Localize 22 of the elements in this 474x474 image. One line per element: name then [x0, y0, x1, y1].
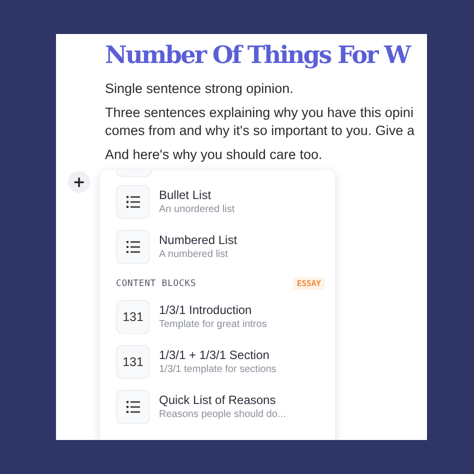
menu-item-title[interactable]: 1/3/1 + 1/3/1 Section: [159, 348, 276, 362]
menu-item-description: 1/3/1 template for sections: [159, 364, 276, 375]
essay-badge: ESSAY: [292, 277, 325, 290]
numbered-list-icon: [126, 240, 140, 252]
menu-item-title[interactable]: Bullet List: [159, 188, 235, 202]
add-block-button[interactable]: +: [68, 171, 90, 193]
menu-item-description: Template for great intros: [159, 319, 267, 330]
menu-item-title[interactable]: 1/3/1 Introduction: [159, 303, 267, 317]
template-icon: 131: [116, 300, 150, 334]
section-heading: CONTENT BLOCKS: [116, 278, 196, 288]
template-icon: 131: [116, 344, 150, 378]
paragraph: And here's why you should care too.: [105, 146, 324, 164]
paragraph: Single sentence strong opinion.: [105, 80, 294, 98]
menu-item-title[interactable]: Numbered List: [159, 233, 238, 247]
menu-item-description: Reasons people should do...: [159, 409, 286, 420]
menu-item-title[interactable]: Quick List of Reasons: [159, 393, 286, 407]
menu-item-description: An unordered list: [159, 204, 235, 215]
menu-item-description: A numbered list: [159, 249, 229, 260]
paragraph: Three sentences explaining why you have this opini comes from and why it's so important to you. Give a: [105, 104, 416, 140]
document-title: Number Of Things For W: [105, 39, 412, 71]
bullet-list-icon: [126, 196, 140, 208]
bullet-list-icon: [126, 400, 140, 412]
